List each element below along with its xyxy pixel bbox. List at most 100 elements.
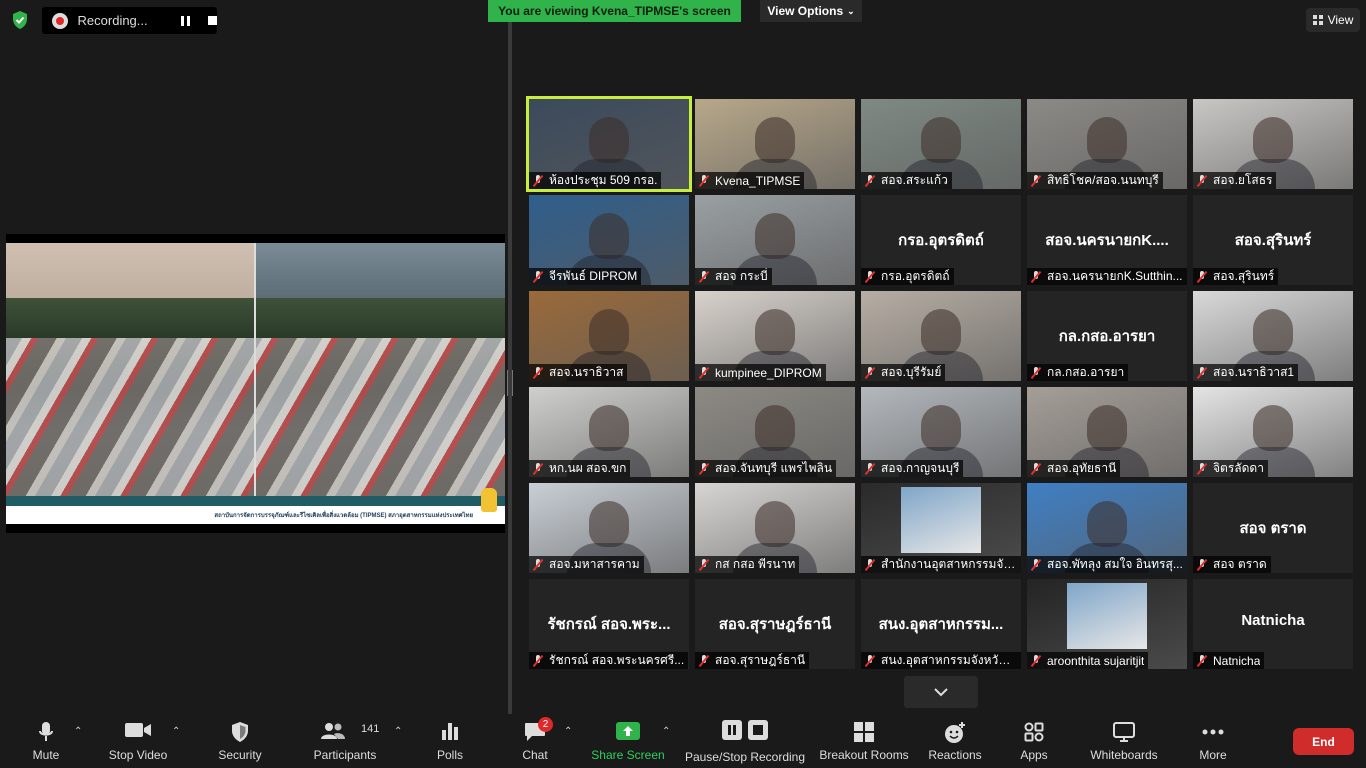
participant-name: aroonthita sujaritjit <box>1047 653 1145 668</box>
participant-name: กรอ.อุตรดิตถ์ <box>881 269 950 283</box>
participant-caption: สอจ.มหาสารคาม <box>529 556 644 573</box>
participant-caption: สิทธิโชค/สอจ.นนทบุรี <box>1027 172 1163 189</box>
muted-microphone-icon <box>533 366 543 379</box>
stop-recording-icon[interactable] <box>208 16 217 25</box>
participant-tile[interactable]: สิทธิโชค/สอจ.นนทบุรี <box>1027 99 1187 189</box>
viewing-screen-banner: You are viewing Kvena_TIPMSE's screen <box>488 0 741 22</box>
participants-options-caret-icon[interactable]: ⌃ <box>394 726 402 737</box>
participants-icon <box>321 723 345 739</box>
participant-caption: สอจ ตราด <box>1193 556 1271 573</box>
participant-caption: Kvena_TIPMSE <box>695 172 805 189</box>
share-screen-button[interactable]: Share Screen <box>590 714 666 768</box>
participant-tile[interactable]: สอจ.นครนายกK.... สอจ.นครนายกK.Sutthin... <box>1027 195 1187 285</box>
muted-microphone-icon <box>865 270 875 283</box>
muted-microphone-icon <box>699 558 709 571</box>
participant-caption: รัชกรณ์ สอจ.พระนครศรี... <box>529 652 689 669</box>
participant-caption: ห้องประชุม 509 กรอ. <box>529 172 662 189</box>
participant-tile[interactable]: สนง.อุตสาหกรรม... สนง.อุตสาหกรรมจังหวัดป.… <box>861 579 1021 669</box>
participant-name: กส กสอ พีรนาท <box>715 557 796 571</box>
participant-tile[interactable]: กรอ.อุตรดิตถ์ กรอ.อุตรดิตถ์ <box>861 195 1021 285</box>
participant-caption: จีรพันธ์ DIPROM <box>529 268 642 285</box>
participant-name: สอจ กระบี่ <box>715 269 768 283</box>
participant-name: จิตรลัดดา <box>1213 461 1264 475</box>
participant-caption: กล.กสอ.อารยา <box>1027 364 1129 381</box>
breakout-rooms-button[interactable]: Breakout Rooms <box>817 714 911 768</box>
participant-tile[interactable]: kumpinee_DIPROM <box>695 291 855 381</box>
muted-microphone-icon <box>1197 462 1207 475</box>
participant-tile[interactable]: สอจ.กาญจนบุรี <box>861 387 1021 477</box>
participant-name-large: สอจ.นครนายกK.... <box>1045 232 1169 249</box>
whiteboards-button[interactable]: Whiteboards <box>1084 714 1164 768</box>
participant-tile[interactable]: รัชกรณ์ สอจ.พระ... รัชกรณ์ สอจ.พระนครศรี.… <box>529 579 689 669</box>
stop-video-label: Stop Video <box>108 748 168 762</box>
polls-button[interactable]: Polls <box>430 714 470 768</box>
next-page-button[interactable] <box>904 676 978 708</box>
participant-name: รัชกรณ์ สอจ.พระนครศรี... <box>549 653 685 667</box>
reactions-button[interactable]: Reactions <box>925 714 985 768</box>
participant-tile[interactable]: สอจ.สุราษฎร์ธานี สอจ.สุราษฎร์ธานี <box>695 579 855 669</box>
chat-options-caret-icon[interactable]: ⌃ <box>564 726 572 737</box>
more-button[interactable]: More <box>1193 714 1233 768</box>
participant-tile[interactable]: สอจ.ยโสธร <box>1193 99 1353 189</box>
video-options-caret-icon[interactable]: ⌃ <box>172 726 180 737</box>
participant-name-large: กรอ.อุตรดิตถ์ <box>898 232 984 249</box>
end-meeting-button[interactable]: End <box>1293 728 1354 755</box>
participant-tile[interactable]: สอจ ตราด สอจ ตราด <box>1193 483 1353 573</box>
polls-label: Polls <box>436 748 463 762</box>
participant-tile[interactable]: สอจ.มหาสารคาม <box>529 483 689 573</box>
apps-button[interactable]: Apps <box>1014 714 1054 768</box>
muted-microphone-icon <box>865 558 875 571</box>
participant-tile[interactable]: ห้องประชุม 509 กรอ. <box>526 96 692 192</box>
pause-stop-recording-label: Pause/Stop Recording <box>684 750 806 764</box>
participant-caption: สอจ.สระแก้ว <box>861 172 952 189</box>
participant-tile[interactable]: สอจ.อุทัยธานี <box>1027 387 1187 477</box>
participant-tile[interactable]: สอจ.พัทลุง สมใจ อินทรสุ... <box>1027 483 1187 573</box>
panel-splitter[interactable] <box>508 22 512 714</box>
muted-microphone-icon <box>1197 654 1207 667</box>
participant-tile[interactable]: สอจ.จันทบุรี แพรไพลิน <box>695 387 855 477</box>
participant-tile[interactable]: Natnicha Natnicha <box>1193 579 1353 669</box>
participant-tile[interactable]: กส กสอ พีรนาท <box>695 483 855 573</box>
participant-tile[interactable]: หก.นผ สอจ.ขก <box>529 387 689 477</box>
participant-tile[interactable]: สำนักงานอุตสาหกรรมจัง... <box>861 483 1021 573</box>
security-shield-icon <box>232 722 248 742</box>
participant-name-large: สนง.อุตสาหกรรม... <box>878 616 1004 633</box>
breakout-rooms-label: Breakout Rooms <box>819 748 909 762</box>
pause-recording-icon[interactable] <box>180 15 191 26</box>
participant-tile[interactable]: Kvena_TIPMSE <box>695 99 855 189</box>
share-screen-label: Share Screen <box>591 748 665 762</box>
participant-tile[interactable]: aroonthita sujaritjit <box>1027 579 1187 669</box>
participant-name: สอจ.พัทลุง สมใจ อินทรสุ... <box>1047 557 1183 571</box>
participant-caption: กรอ.อุตรดิตถ์ <box>861 268 954 285</box>
mute-options-caret-icon[interactable]: ⌃ <box>74 726 82 737</box>
shield-check-icon[interactable] <box>10 10 30 30</box>
participant-caption: จิตรลัดดา <box>1193 460 1268 477</box>
participant-tile[interactable]: จิตรลัดดา <box>1193 387 1353 477</box>
security-button[interactable]: Security <box>210 714 270 768</box>
mute-button[interactable]: Mute <box>22 714 70 768</box>
view-layout-button[interactable]: View <box>1306 8 1360 32</box>
participant-tile[interactable]: สอจ.สระแก้ว <box>861 99 1021 189</box>
apps-label: Apps <box>1020 748 1048 762</box>
share-options-caret-icon[interactable]: ⌃ <box>662 726 670 737</box>
participant-tile[interactable]: จีรพันธ์ DIPROM <box>529 195 689 285</box>
splitter-handle[interactable] <box>507 370 513 396</box>
view-options-button[interactable]: View Options ⌄ <box>760 0 862 22</box>
pause-stop-recording-button[interactable]: Pause/Stop Recording <box>683 714 807 768</box>
participant-tile[interactable]: สอจ.บุรีรัมย์ <box>861 291 1021 381</box>
participant-tile[interactable]: สอจ.นราธิวาส <box>529 291 689 381</box>
participant-caption: kumpinee_DIPROM <box>695 364 826 381</box>
participant-name: ห้องประชุม 509 กรอ. <box>549 173 658 187</box>
stop-video-button[interactable]: Stop Video <box>103 714 173 768</box>
shared-screen[interactable]: สถาบันการจัดการบรรจุภัณฑ์และรีไซเคิลเพื่… <box>6 234 505 533</box>
participant-tile[interactable]: สอจ กระบี่ <box>695 195 855 285</box>
participant-tile[interactable]: สอจ.สุรินทร์ สอจ.สุรินทร์ <box>1193 195 1353 285</box>
participant-tile[interactable]: กล.กสอ.อารยา กล.กสอ.อารยา <box>1027 291 1187 381</box>
participant-name-large: กล.กสอ.อารยา <box>1058 328 1156 345</box>
participant-tile[interactable]: สอจ.นราธิวาส1 <box>1193 291 1353 381</box>
grid-view-icon <box>1312 15 1323 25</box>
participant-name-large: รัชกรณ์ สอจ.พระ... <box>547 616 671 633</box>
polls-chart-icon <box>442 723 458 740</box>
participants-count: 141 <box>361 723 380 735</box>
participant-name: สอจ.กาญจนบุรี <box>881 461 960 475</box>
